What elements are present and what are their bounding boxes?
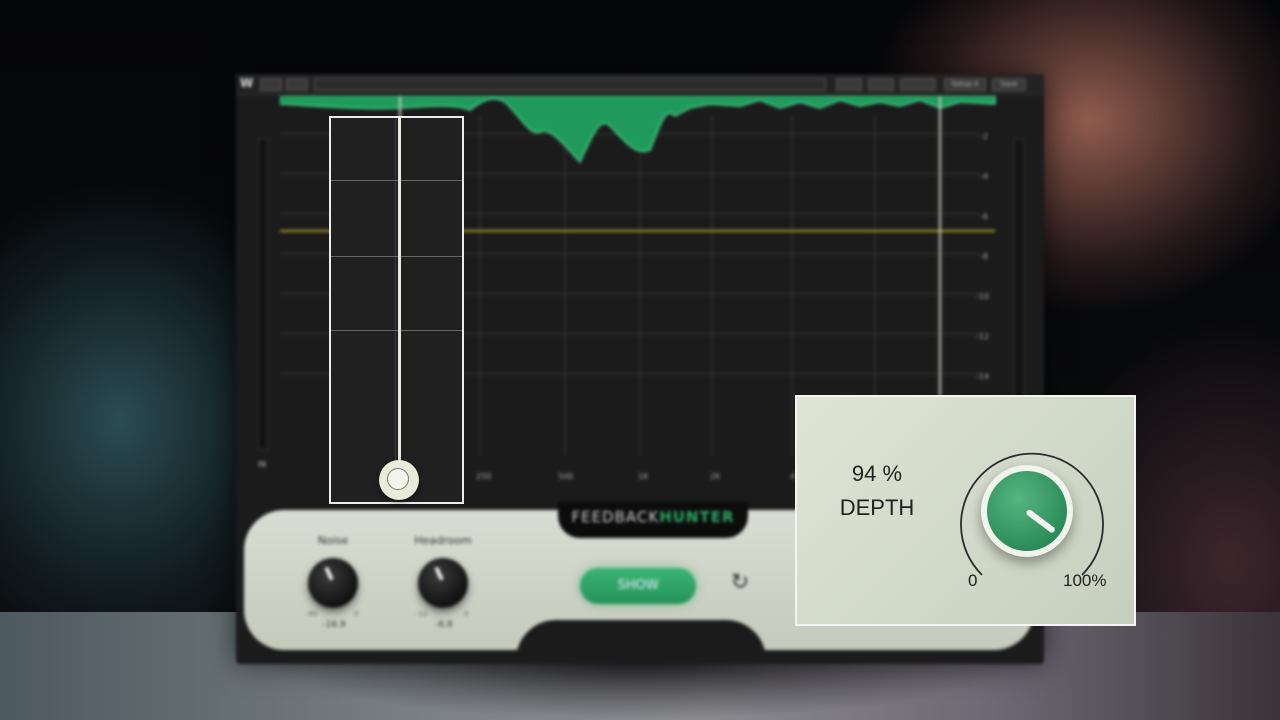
depth-value: 94 % (851, 461, 903, 486)
undo-button[interactable] (836, 78, 862, 91)
plugin-toolbar: W Setup A Save (236, 74, 1044, 95)
freq-tick: 250 (476, 472, 492, 481)
floor-shadow (260, 660, 1020, 720)
headroom-value: -6.8 (435, 620, 453, 630)
headroom-max: 0 (464, 610, 469, 618)
toolbar-button[interactable] (260, 78, 282, 91)
freq-tick: 1K (638, 472, 649, 481)
db-tick: -4 (980, 172, 988, 181)
depth-knob-face (987, 471, 1067, 551)
db-tick: -14 (976, 372, 990, 381)
freq-tick: 2K (710, 472, 721, 481)
depth-knob[interactable] (981, 465, 1073, 557)
headroom-label: Headroom (414, 534, 472, 547)
fader-gridline (331, 330, 462, 331)
refresh-icon[interactable]: ↻ (728, 571, 752, 595)
control-panel-notch (516, 620, 766, 660)
headroom-knob[interactable] (418, 558, 468, 608)
fader-zoom (329, 116, 464, 504)
save-button[interactable]: Save (992, 78, 1026, 91)
waves-logo: W (240, 76, 254, 90)
db-tick: -6 (980, 212, 988, 221)
ab-button[interactable] (900, 78, 936, 91)
db-tick: -2 (980, 132, 988, 141)
fader-handle[interactable] (379, 460, 419, 500)
freq-tick: 500 (558, 472, 574, 481)
noise-value: -16.9 (322, 620, 346, 630)
noise-knob[interactable] (308, 558, 358, 608)
db-tick: -12 (976, 332, 990, 341)
depth-knob-pointer (1025, 508, 1057, 534)
setup-button[interactable]: Setup A (944, 78, 986, 91)
preset-bar[interactable] (314, 78, 826, 91)
fader-gridline (331, 256, 462, 257)
input-meter (258, 138, 268, 450)
brand-label: FEEDBACKHUNTER (558, 502, 748, 538)
fader-divider (395, 118, 396, 502)
noise-min: -40 (306, 610, 318, 618)
show-button[interactable]: SHOW (580, 568, 696, 604)
input-meter-label: IN (258, 460, 267, 469)
depth-min-label: 0 (968, 571, 978, 590)
redo-button[interactable] (868, 78, 894, 91)
db-tick: -10 (976, 292, 990, 301)
depth-max-label: 100% (1063, 571, 1107, 590)
headroom-min: -12 (416, 610, 428, 618)
toolbar-button[interactable] (286, 78, 308, 91)
fader-handle-ring (387, 468, 409, 490)
db-tick: -8 (980, 252, 988, 261)
fader-gridline (331, 180, 462, 181)
depth-label: DEPTH (839, 495, 915, 520)
depth-zoom: 94 % DEPTH 0 100% (795, 395, 1136, 626)
noise-label: Noise (317, 534, 349, 547)
fader-track[interactable] (398, 118, 401, 466)
noise-max: 0 (354, 610, 359, 618)
